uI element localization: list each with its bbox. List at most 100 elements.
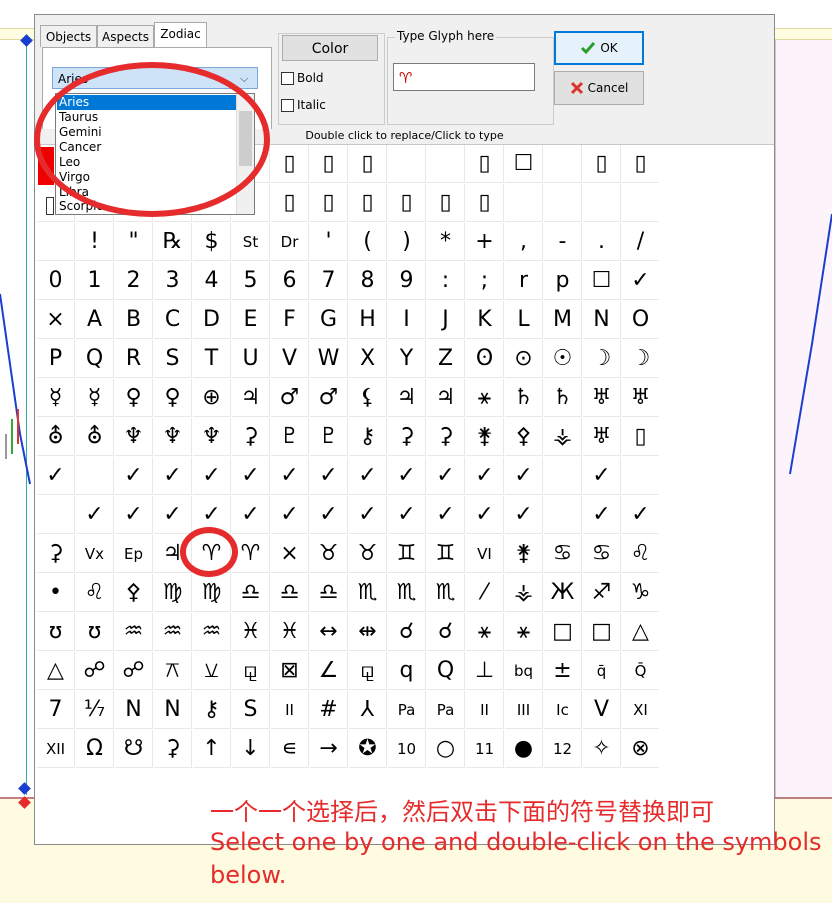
glyph-cell[interactable]: ⚳ xyxy=(388,418,426,456)
glyph-cell[interactable]: ✪ xyxy=(349,730,387,768)
glyph-cell[interactable] xyxy=(544,145,582,183)
glyph-cell[interactable]: △ xyxy=(622,613,660,651)
glyph-cell[interactable]: * xyxy=(427,223,465,261)
glyph-cell[interactable]: ☿ xyxy=(76,379,114,417)
glyph-cell[interactable]: ☋ xyxy=(115,730,153,768)
glyph-cell[interactable]: ♏ xyxy=(388,574,426,612)
glyph-cell[interactable]: ▯ xyxy=(583,145,621,183)
glyph-cell[interactable]: ♊ xyxy=(388,535,426,573)
glyph-cell[interactable]: ● xyxy=(505,730,543,768)
glyph-cell[interactable]: ♂ xyxy=(271,379,309,417)
glyph-cell[interactable]: . xyxy=(583,223,621,261)
glyph-cell[interactable]: K xyxy=(466,301,504,339)
glyph-cell[interactable]: ⁄ xyxy=(466,574,504,612)
glyph-cell[interactable]: ✓ xyxy=(505,457,543,495)
glyph-cell[interactable]: ▯ xyxy=(466,145,504,183)
glyph-cell[interactable]: ⚼ xyxy=(232,652,270,690)
glyph-cell[interactable]: ▯ xyxy=(271,184,309,222)
glyph-cell[interactable]: ♆ xyxy=(115,418,153,456)
glyph-cell[interactable]: ♓ xyxy=(271,613,309,651)
glyph-cell[interactable]: ✓ xyxy=(583,457,621,495)
glyph-cell[interactable]: ♋ xyxy=(544,535,582,573)
glyph-cell[interactable]: ▯ xyxy=(349,145,387,183)
glyph-cell[interactable]: Q xyxy=(76,340,114,378)
glyph-cell[interactable]: ⚺ xyxy=(193,652,231,690)
glyph-cell[interactable]: ☽ xyxy=(622,340,660,378)
glyph-cell[interactable] xyxy=(37,496,75,534)
glyph-cell[interactable]: E xyxy=(232,301,270,339)
glyph-cell[interactable]: □ xyxy=(544,613,582,651)
glyph-cell[interactable]: ☿ xyxy=(37,379,75,417)
glyph-cell[interactable] xyxy=(583,184,621,222)
glyph-cell[interactable]: ▯ xyxy=(310,145,348,183)
glyph-cell[interactable]: III xyxy=(505,691,543,729)
glyph-cell[interactable]: Q̄ xyxy=(622,652,660,690)
glyph-cell[interactable]: 11 xyxy=(466,730,504,768)
glyph-cell[interactable]: ⊠ xyxy=(271,652,309,690)
tab-objects[interactable]: Objects xyxy=(40,25,97,47)
glyph-cell[interactable]: ☐ xyxy=(505,145,543,183)
glyph-cell[interactable]: ✓ xyxy=(622,262,660,300)
glyph-cell[interactable]: ⚵ xyxy=(466,418,504,456)
glyph-cell[interactable]: ⚳ xyxy=(232,418,270,456)
glyph-cell[interactable]: ✓ xyxy=(154,457,192,495)
glyph-cell[interactable]: ♑ xyxy=(622,574,660,612)
glyph-cell[interactable]: ✓ xyxy=(583,496,621,534)
glyph-cell[interactable]: O xyxy=(622,301,660,339)
glyph-cell[interactable]: V xyxy=(583,691,621,729)
glyph-cell[interactable]: q xyxy=(388,652,426,690)
glyph-cell[interactable]: ⚴ xyxy=(505,418,543,456)
glyph-cell[interactable]: × xyxy=(271,535,309,573)
glyph-cell[interactable]: ⚴ xyxy=(115,574,153,612)
glyph-cell[interactable]: + xyxy=(466,223,504,261)
glyph-cell[interactable]: ⚻ xyxy=(154,652,192,690)
glyph-cell[interactable]: ☌ xyxy=(427,613,465,651)
glyph-cell[interactable]: S xyxy=(232,691,270,729)
glyph-cell[interactable]: ✓ xyxy=(232,496,270,534)
glyph-cell[interactable]: ℞ xyxy=(154,223,192,261)
glyph-cell[interactable]: ♏ xyxy=(427,574,465,612)
glyph-cell[interactable]: ☉ xyxy=(544,340,582,378)
glyph-cell[interactable]: ♃ xyxy=(427,379,465,417)
glyph-cell[interactable]: ⊕ xyxy=(193,379,231,417)
glyph-cell[interactable]: ♌ xyxy=(622,535,660,573)
glyph-cell[interactable] xyxy=(544,184,582,222)
glyph-cell[interactable]: 4 xyxy=(193,262,231,300)
glyph-cell[interactable]: Ω xyxy=(76,730,114,768)
glyph-cell[interactable]: ∠ xyxy=(310,652,348,690)
glyph-cell[interactable]: ✓ xyxy=(427,457,465,495)
glyph-cell[interactable]: ✓ xyxy=(466,496,504,534)
glyph-cell[interactable]: □ xyxy=(583,613,621,651)
glyph-cell[interactable]: J xyxy=(427,301,465,339)
color-button[interactable]: Color xyxy=(282,35,378,61)
glyph-cell[interactable]: Dr xyxy=(271,223,309,261)
glyph-cell[interactable] xyxy=(76,457,114,495)
glyph-cell[interactable]: ✓ xyxy=(115,496,153,534)
cancel-button[interactable]: Cancel xyxy=(554,71,644,105)
glyph-cell[interactable]: ) xyxy=(388,223,426,261)
glyph-cell[interactable]: ( xyxy=(349,223,387,261)
glyph-cell[interactable]: ⇹ xyxy=(349,613,387,651)
glyph-cell[interactable]: ♌ xyxy=(76,574,114,612)
glyph-cell[interactable]: VI xyxy=(466,535,504,573)
glyph-cell[interactable]: ♇ xyxy=(271,418,309,456)
glyph-cell[interactable]: ♎ xyxy=(310,574,348,612)
glyph-cell[interactable]: W xyxy=(310,340,348,378)
glyph-cell[interactable]: 6 xyxy=(271,262,309,300)
glyph-cell[interactable]: 10 xyxy=(388,730,426,768)
glyph-cell[interactable]: ♅ xyxy=(622,379,660,417)
glyph-cell[interactable]: ⚶ xyxy=(544,418,582,456)
italic-checkbox[interactable] xyxy=(281,99,294,112)
glyph-cell[interactable]: 8 xyxy=(349,262,387,300)
glyph-cell[interactable]: ✓ xyxy=(505,496,543,534)
glyph-cell[interactable]: # xyxy=(310,691,348,729)
glyph-cell[interactable]: ⚳ xyxy=(427,418,465,456)
glyph-cell[interactable]: ✓ xyxy=(193,457,231,495)
glyph-cell[interactable]: 3 xyxy=(154,262,192,300)
glyph-cell[interactable]: ☌ xyxy=(388,613,426,651)
glyph-cell[interactable]: ○ xyxy=(427,730,465,768)
glyph-cell[interactable]: ♀ xyxy=(115,379,153,417)
glyph-cell[interactable]: 9 xyxy=(388,262,426,300)
glyph-cell[interactable]: 7 xyxy=(310,262,348,300)
glyph-cell[interactable]: ♓ xyxy=(232,613,270,651)
